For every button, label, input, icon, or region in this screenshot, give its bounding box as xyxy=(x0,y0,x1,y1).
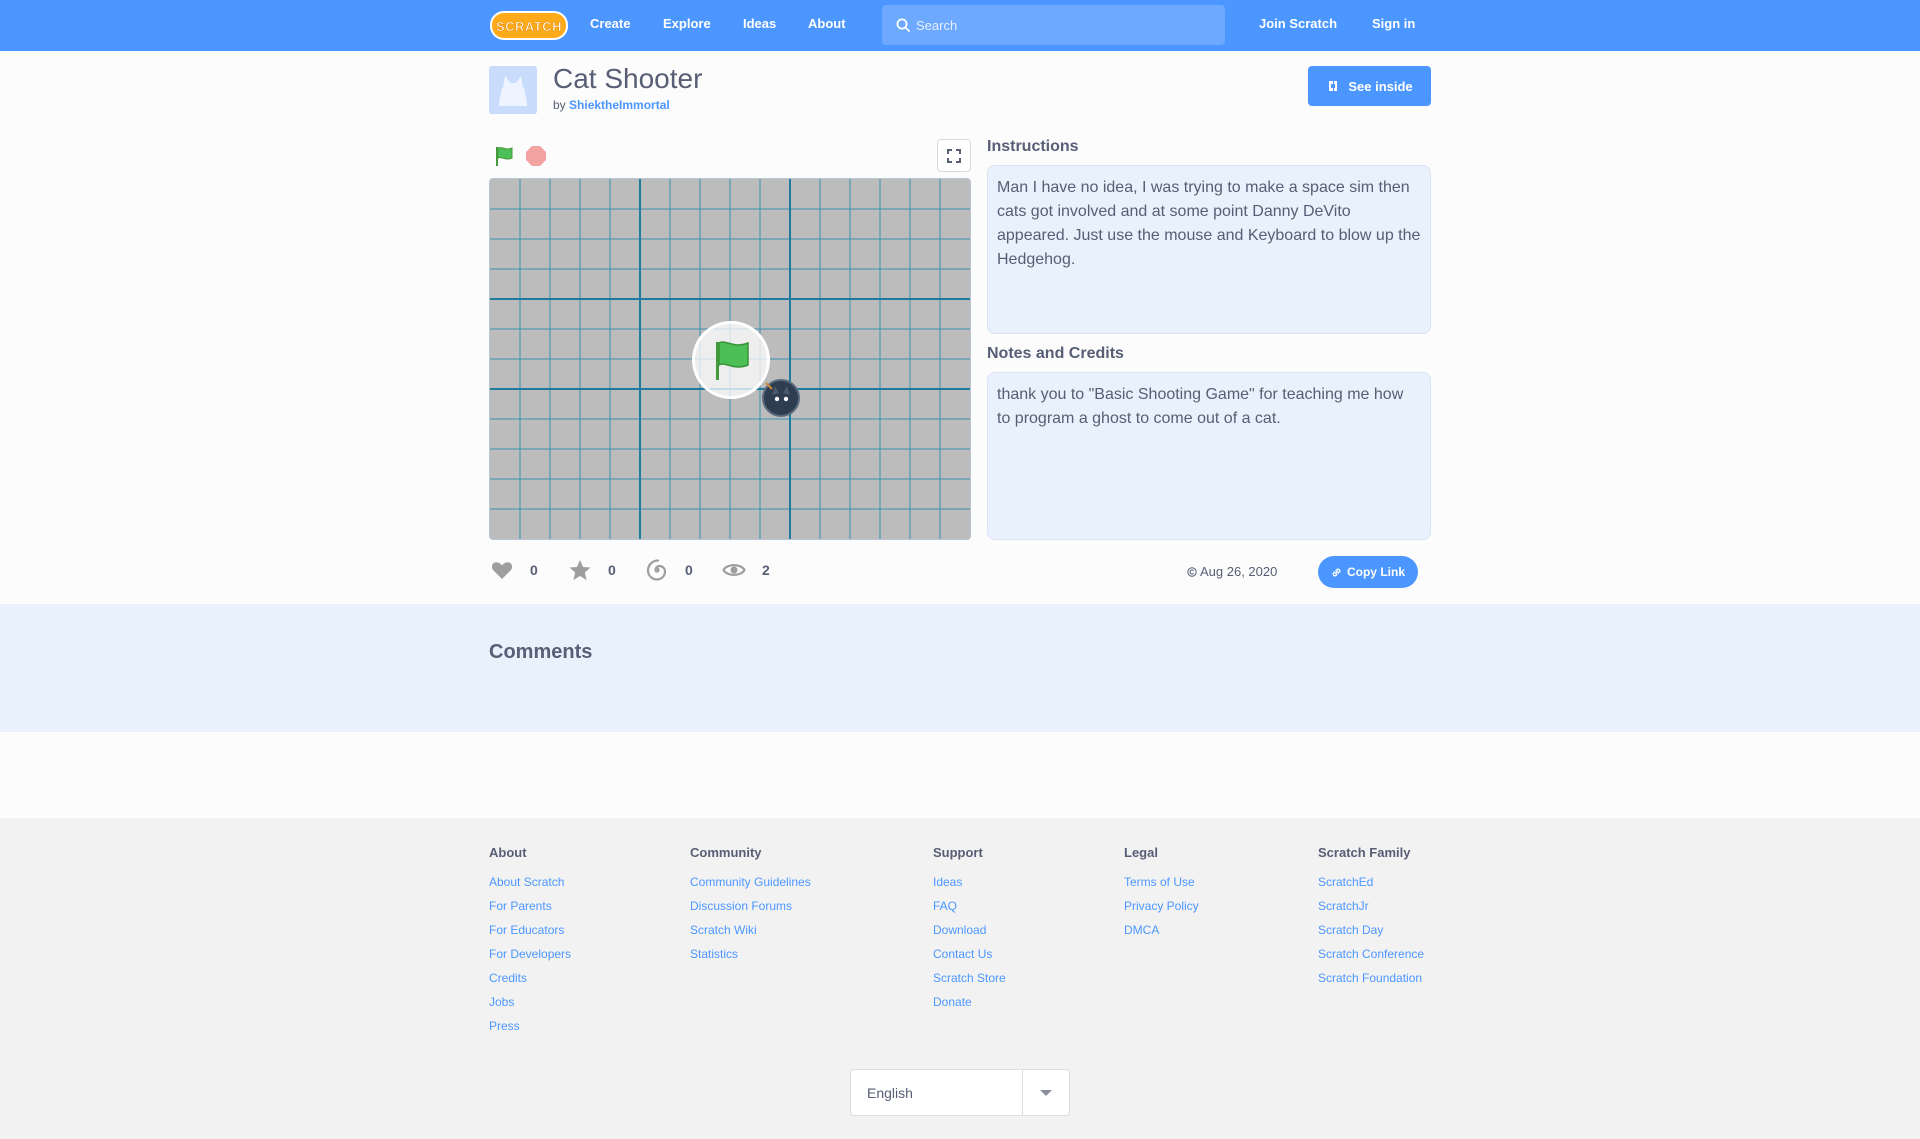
footer-link[interactable]: Scratch Foundation xyxy=(1318,971,1424,986)
language-selected-value: English xyxy=(867,1085,913,1101)
footer-link[interactable]: Ideas xyxy=(933,875,1006,890)
favorites-stat[interactable]: 0 xyxy=(568,558,616,582)
views-stat: 2 xyxy=(722,558,770,582)
nav-create[interactable]: Create xyxy=(590,16,630,31)
footer-column-scratch-family: Scratch Family ScratchEd ScratchJr Scrat… xyxy=(1318,845,1424,995)
comments-title: Comments xyxy=(489,641,593,663)
fullscreen-button[interactable] xyxy=(937,139,971,172)
project-title: Cat Shooter xyxy=(553,63,703,94)
loves-stat[interactable]: 0 xyxy=(490,558,538,582)
project-stage[interactable] xyxy=(489,178,971,540)
footer-link[interactable]: Donate xyxy=(933,995,1006,1010)
footer-link[interactable]: Statistics xyxy=(690,947,811,962)
top-nav: SCRATCH Create Explore Ideas About Join … xyxy=(0,0,1920,51)
footer-link[interactable]: Scratch Conference xyxy=(1318,947,1424,962)
project-date: Aug 26, 2020 xyxy=(1187,564,1277,579)
language-select[interactable]: English xyxy=(850,1069,1070,1116)
cat-avatar-icon xyxy=(489,66,537,114)
footer-link[interactable]: Contact Us xyxy=(933,947,1006,962)
copy-link-button[interactable]: Copy Link xyxy=(1318,556,1418,588)
heart-icon xyxy=(491,562,513,579)
footer-link[interactable]: ScratchJr xyxy=(1318,899,1424,914)
project-byline: by ShiektheImmortal xyxy=(553,98,670,112)
link-icon xyxy=(1332,568,1341,576)
footer-heading: Scratch Family xyxy=(1318,845,1411,860)
chevron-down-icon xyxy=(1040,1090,1052,1096)
notes-text: thank you to "Basic Shooting Game" for t… xyxy=(987,372,1431,540)
footer-link[interactable]: ScratchEd xyxy=(1318,875,1424,890)
footer-column-legal: Legal Terms of Use Privacy Policy DMCA xyxy=(1124,845,1199,947)
footer-column-community: Community Community Guidelines Discussio… xyxy=(690,845,811,971)
nav-explore[interactable]: Explore xyxy=(663,16,711,31)
big-green-flag-icon xyxy=(716,341,749,380)
fullscreen-icon xyxy=(947,148,961,163)
language-select-divider xyxy=(1022,1070,1023,1115)
footer-link[interactable]: DMCA xyxy=(1124,923,1199,938)
footer-link[interactable]: Discussion Forums xyxy=(690,899,811,914)
footer-link[interactable]: For Educators xyxy=(489,923,571,938)
favorites-count: 0 xyxy=(608,562,616,578)
footer-heading: Community xyxy=(690,845,762,860)
footer-link[interactable]: For Parents xyxy=(489,899,571,914)
search-input[interactable] xyxy=(916,11,1212,39)
star-icon xyxy=(569,560,591,580)
search-box xyxy=(882,5,1225,45)
remix-spiral-icon xyxy=(646,559,667,581)
views-count: 2 xyxy=(762,562,770,578)
footer-link[interactable]: FAQ xyxy=(933,899,1006,914)
scratch-logo[interactable]: SCRATCH xyxy=(490,10,568,41)
nav-about[interactable]: About xyxy=(808,16,846,31)
author-avatar[interactable] xyxy=(489,66,537,114)
footer-link[interactable]: About Scratch xyxy=(489,875,571,890)
footer-link[interactable]: Scratch Store xyxy=(933,971,1006,986)
footer-link[interactable]: Jobs xyxy=(489,995,571,1010)
footer-link[interactable]: Terms of Use xyxy=(1124,875,1199,890)
stop-sign-icon[interactable] xyxy=(525,145,547,167)
author-link[interactable]: ShiektheImmortal xyxy=(569,98,670,112)
footer-heading: Support xyxy=(933,845,983,860)
remixes-stat: 0 xyxy=(645,558,693,582)
sign-in-link[interactable]: Sign in xyxy=(1372,16,1415,31)
footer-link[interactable]: Scratch Wiki xyxy=(690,923,811,938)
see-inside-button[interactable]: See inside xyxy=(1308,66,1431,106)
footer-link[interactable]: Scratch Day xyxy=(1318,923,1424,938)
nav-ideas[interactable]: Ideas xyxy=(743,16,776,31)
footer-column-about: About About Scratch For Parents For Educ… xyxy=(489,845,571,1043)
green-flag-icon[interactable] xyxy=(492,144,516,168)
loves-count: 0 xyxy=(530,562,538,578)
copy-link-label: Copy Link xyxy=(1346,565,1405,579)
join-scratch-link[interactable]: Join Scratch xyxy=(1259,16,1337,31)
comments-section xyxy=(0,604,1920,732)
project-date-text: Aug 26, 2020 xyxy=(1200,564,1278,579)
svg-text:SCRATCH: SCRATCH xyxy=(496,19,562,34)
footer-heading: Legal xyxy=(1124,845,1158,860)
footer-link[interactable]: Privacy Policy xyxy=(1124,899,1199,914)
instructions-text: Man I have no idea, I was trying to make… xyxy=(987,165,1431,334)
byline-prefix: by xyxy=(553,98,566,112)
footer-link[interactable]: Credits xyxy=(489,971,571,986)
search-icon xyxy=(896,18,910,32)
cat-sprite-icon xyxy=(762,379,800,417)
footer-link[interactable]: For Developers xyxy=(489,947,571,962)
remixes-count: 0 xyxy=(685,562,693,578)
footer-heading: About xyxy=(489,845,527,860)
footer-link[interactable]: Press xyxy=(489,1019,571,1034)
notes-heading: Notes and Credits xyxy=(987,345,1124,362)
see-inside-label: See inside xyxy=(1348,78,1413,94)
copyright-icon xyxy=(1187,566,1197,577)
footer-column-support: Support Ideas FAQ Download Contact Us Sc… xyxy=(933,845,1006,1019)
instructions-heading: Instructions xyxy=(987,138,1079,155)
start-project-overlay[interactable] xyxy=(692,321,770,399)
footer-link[interactable]: Download xyxy=(933,923,1006,938)
footer-link[interactable]: Community Guidelines xyxy=(690,875,811,890)
see-inside-icon xyxy=(1329,81,1338,91)
eye-icon xyxy=(722,564,746,576)
